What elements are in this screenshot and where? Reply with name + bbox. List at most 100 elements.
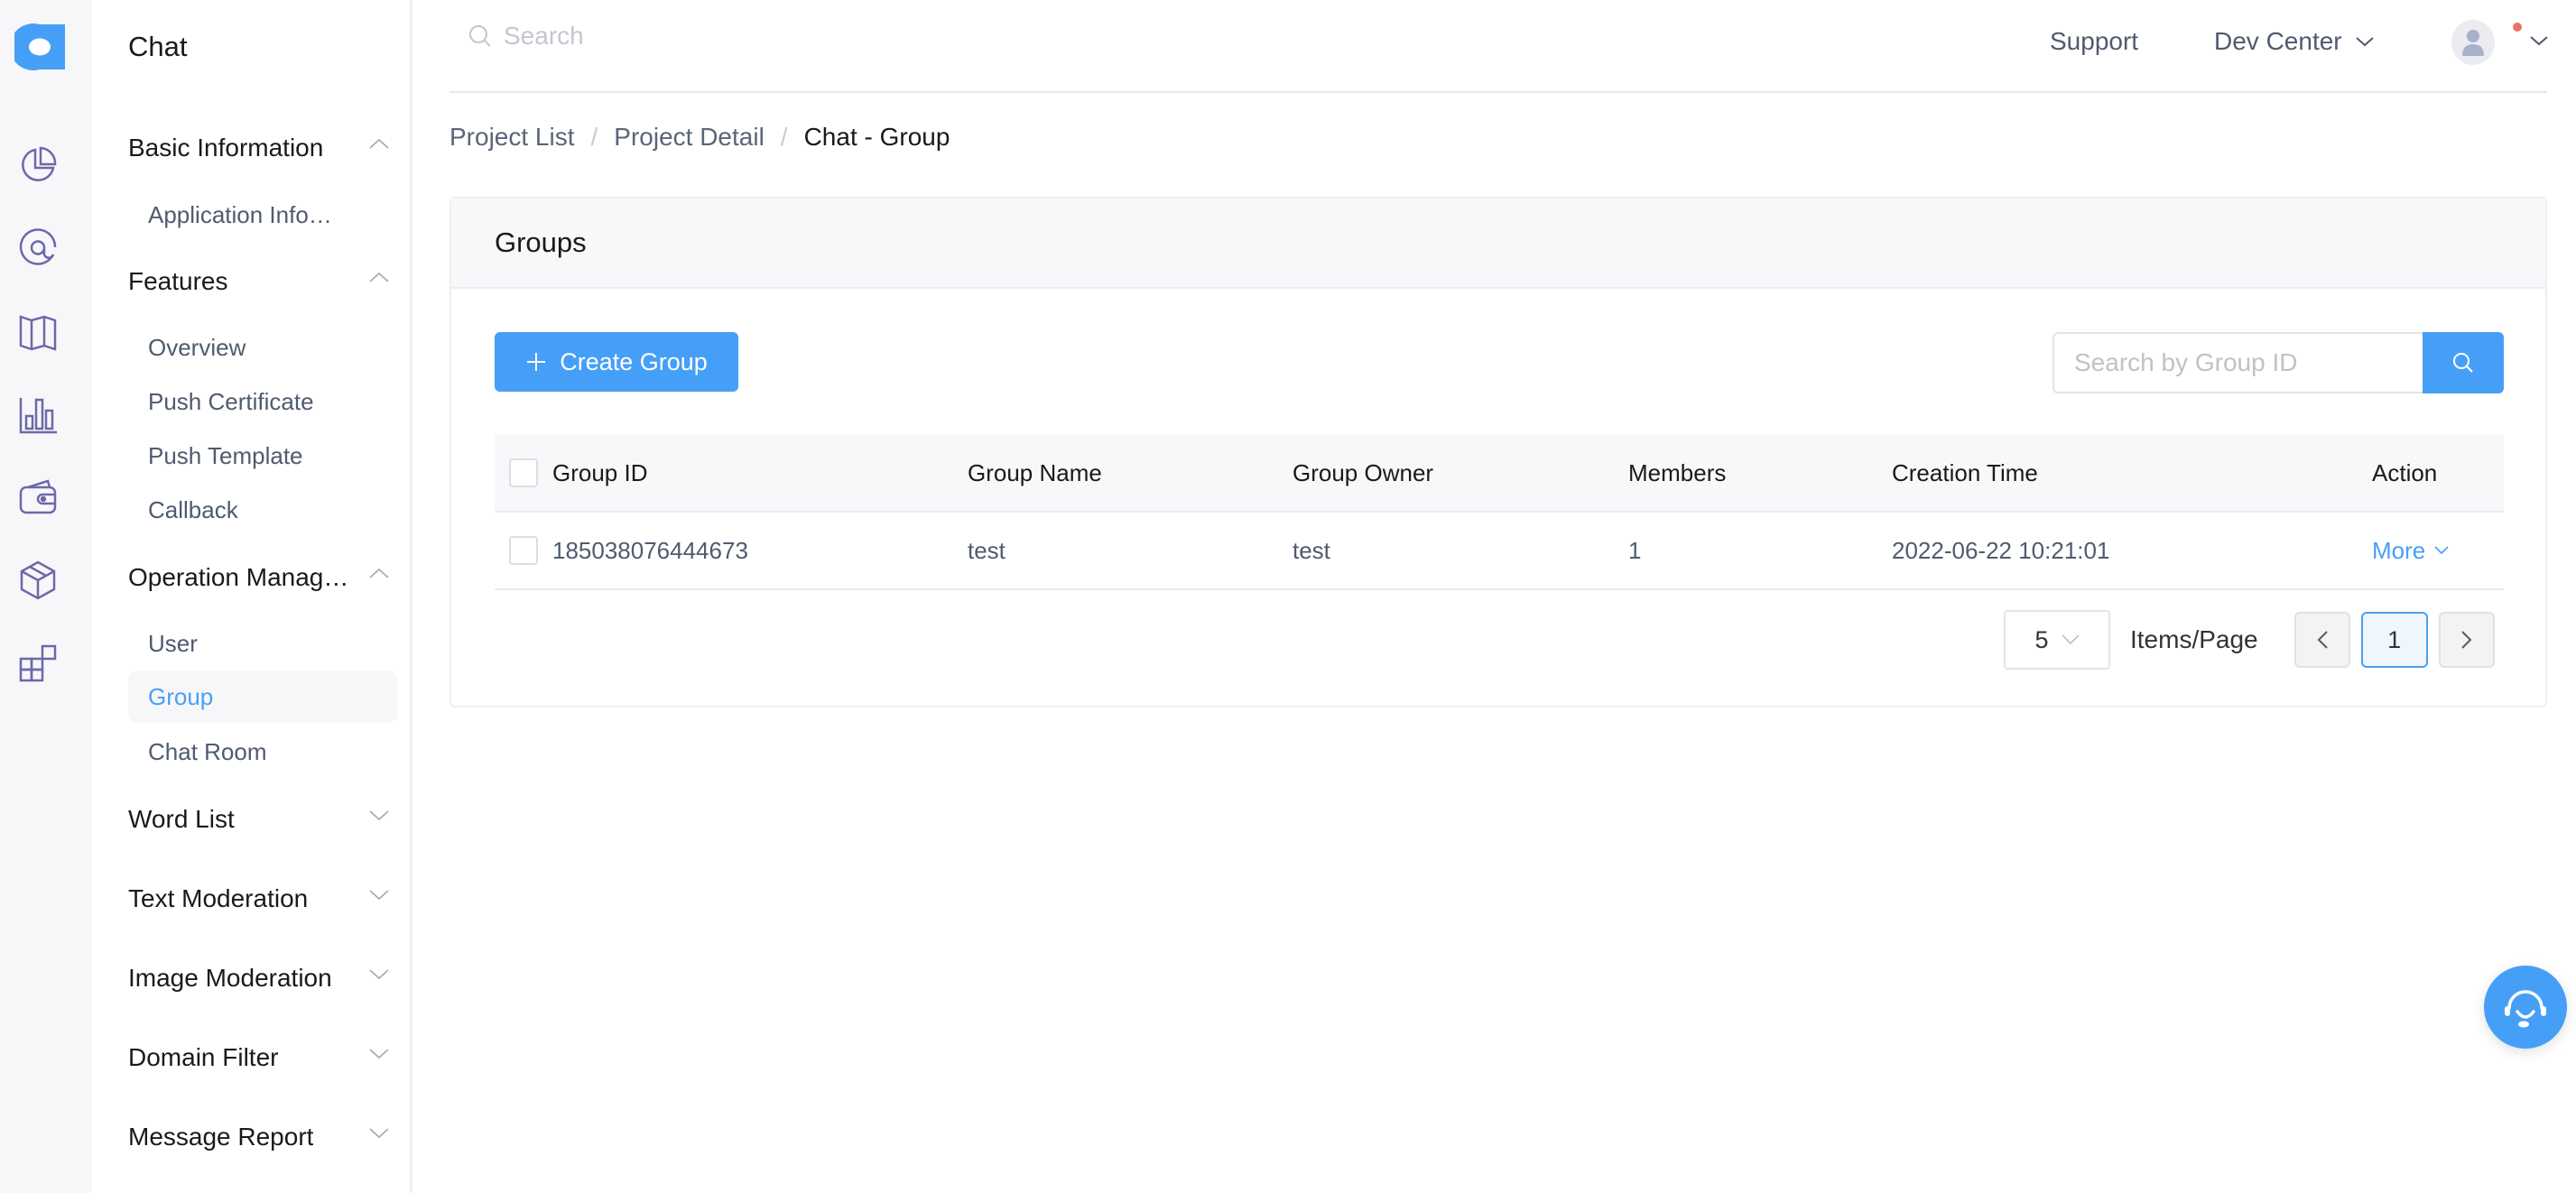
page-size-select[interactable]: 5 (2004, 610, 2110, 670)
sidebar-group-label: Word List (128, 805, 235, 833)
sidebar-item-push-certificate[interactable]: Push Certificate (128, 375, 397, 428)
sidebar-group-label: Text Moderation (128, 884, 309, 912)
column-header-group-name: Group Name (968, 458, 1102, 486)
support-label: Support (2050, 27, 2139, 55)
sidebar-group-label: Domain Filter (128, 1043, 279, 1071)
dev-center-label: Dev Center (2214, 27, 2342, 55)
icon-rail (0, 0, 92, 1193)
sidebar-group-domain-filter[interactable]: Domain Filter (128, 1043, 390, 1072)
column-header-action: Action (2372, 458, 2438, 486)
apps-grid-icon[interactable] (16, 642, 60, 685)
column-header-members: Members (1628, 458, 1727, 486)
wallet-icon[interactable] (16, 476, 60, 519)
sidebar: Chat Basic Information Application Info…… (92, 0, 412, 1193)
pie-chart-icon[interactable] (16, 143, 60, 187)
sidebar-group-text-moderation[interactable]: Text Moderation (128, 884, 390, 913)
sidebar-group-basic-information[interactable]: Basic Information (128, 134, 390, 162)
cell-creation-time: 2022-06-22 10:21:01 (1892, 536, 2110, 564)
sidebar-item-push-template[interactable]: Push Template (128, 430, 397, 482)
notification-dot (2513, 23, 2522, 32)
chevron-down-icon (369, 1128, 389, 1139)
column-header-group-id: Group ID (552, 458, 648, 486)
at-sign-icon[interactable] (16, 227, 60, 270)
cell-group-name: test (968, 536, 1005, 564)
plus-icon (527, 353, 546, 371)
sidebar-group-features[interactable]: Features (128, 267, 390, 296)
breadcrumb-separator: / (590, 123, 598, 151)
chevron-up-icon (369, 138, 389, 149)
user-icon (2462, 30, 2484, 56)
dev-center-dropdown[interactable]: Dev Center (2214, 27, 2375, 56)
more-actions-dropdown[interactable]: More (2372, 537, 2449, 565)
group-id-search-input[interactable] (2052, 332, 2423, 393)
column-header-group-owner: Group Owner (1293, 458, 1434, 486)
breadcrumb-current: Chat - Group (803, 123, 950, 151)
sidebar-group-operation-management[interactable]: Operation Manag… (128, 563, 390, 592)
card-title: Groups (451, 199, 2545, 289)
app-title: Chat (128, 31, 188, 62)
sidebar-group-image-moderation[interactable]: Image Moderation (128, 964, 390, 993)
logo-icon[interactable] (9, 23, 65, 71)
cell-group-owner: test (1293, 536, 1330, 564)
chevron-down-icon (369, 969, 389, 980)
prev-page-button[interactable] (2293, 612, 2350, 668)
chevron-left-icon (2317, 631, 2328, 649)
customer-support-button[interactable] (2484, 966, 2567, 1049)
sidebar-group-word-list[interactable]: Word List (128, 805, 390, 834)
groups-table: Group ID Group Name Group Owner Members … (495, 435, 2504, 590)
box-icon[interactable] (16, 559, 60, 602)
sidebar-item-group[interactable]: Group (128, 670, 397, 723)
chevron-down-icon (369, 890, 389, 901)
search-icon (469, 25, 491, 47)
chevron-right-icon (2460, 631, 2472, 649)
cell-members: 1 (1628, 536, 1642, 564)
pagination: 5 Items/Page 1 (2004, 610, 2506, 670)
search-icon (2453, 353, 2473, 373)
cell-action: More (2372, 537, 2504, 565)
chevron-up-icon (369, 568, 389, 578)
create-group-button[interactable]: Create Group (495, 332, 738, 392)
chevron-up-icon (369, 272, 389, 282)
sidebar-item-chat-room[interactable]: Chat Room (128, 726, 397, 778)
user-avatar[interactable] (2451, 20, 2495, 65)
chevron-down-icon (2061, 634, 2080, 645)
group-search (2052, 332, 2504, 393)
breadcrumb: Project List / Project Detail / Chat - G… (449, 123, 950, 152)
chevron-down-icon[interactable] (2529, 34, 2549, 47)
breadcrumb-separator: / (780, 123, 788, 151)
sidebar-group-label: Features (128, 267, 228, 295)
create-group-label: Create Group (560, 347, 708, 375)
row-checkbox[interactable] (509, 536, 538, 565)
top-bar: Search Support Dev Center (449, 0, 2549, 93)
chevron-down-icon (369, 1049, 389, 1059)
sidebar-group-label: Image Moderation (128, 964, 332, 992)
search-placeholder: Search (504, 22, 584, 50)
table-row: 185038076444673 test test 1 2022-06-22 1… (495, 513, 2504, 590)
sidebar-item-user[interactable]: User (128, 617, 397, 670)
bar-chart-icon[interactable] (16, 393, 60, 437)
breadcrumb-project-detail[interactable]: Project Detail (614, 123, 764, 152)
select-all-checkbox[interactable] (509, 458, 538, 487)
sidebar-item-application-info[interactable]: Application Info… (128, 189, 397, 241)
more-label: More (2372, 536, 2426, 564)
chevron-down-icon (369, 810, 389, 821)
headset-icon (2505, 990, 2546, 1028)
global-search-input[interactable]: Search (468, 22, 584, 51)
next-page-button[interactable] (2438, 612, 2495, 668)
chevron-down-icon (2355, 37, 2374, 47)
sidebar-item-overview[interactable]: Overview (128, 321, 397, 374)
table-header: Group ID Group Name Group Owner Members … (495, 435, 2504, 513)
page-size-label: Items/Page (2130, 625, 2258, 653)
sidebar-item-callback[interactable]: Callback (128, 484, 397, 536)
breadcrumb-project-list[interactable]: Project List (449, 123, 575, 152)
map-icon[interactable] (16, 310, 60, 354)
chevron-down-icon (2434, 546, 2449, 555)
sidebar-group-label: Operation Manag… (128, 563, 349, 591)
sidebar-group-label: Message Report (128, 1123, 314, 1151)
group-search-button[interactable] (2423, 332, 2504, 393)
support-link[interactable]: Support (2050, 27, 2138, 56)
sidebar-group-message-report[interactable]: Message Report (128, 1123, 390, 1151)
page-size-value: 5 (2034, 625, 2049, 653)
groups-card: Groups Create Group Group ID Group Name … (449, 197, 2547, 707)
page-number-button[interactable]: 1 (2360, 612, 2428, 668)
